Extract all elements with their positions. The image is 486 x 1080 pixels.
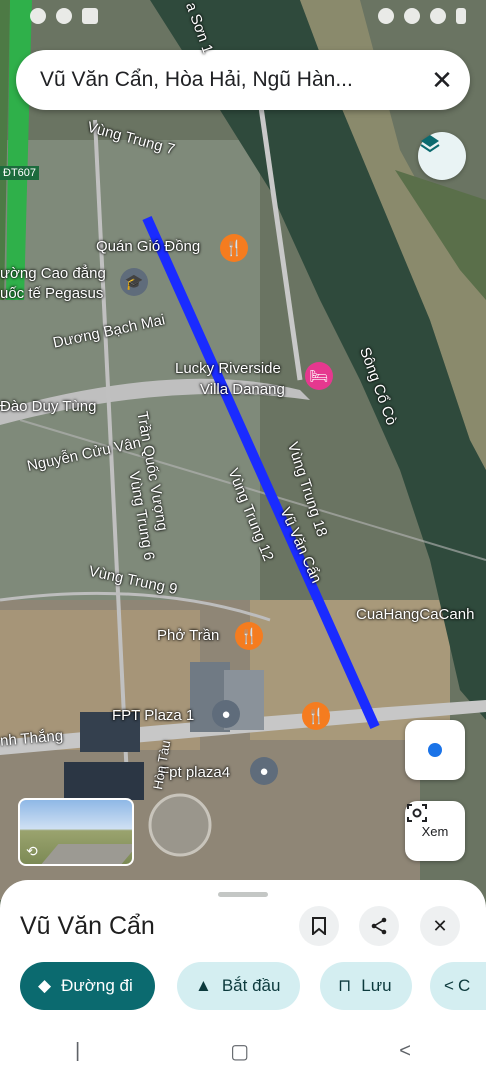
lens-button[interactable]: Xem	[405, 801, 465, 861]
map-label: Phở Trần	[157, 627, 220, 644]
road-badge: ĐT607	[0, 166, 40, 180]
map-label: uốc tế Pegasus	[0, 285, 104, 302]
start-button[interactable]: ▲ Bắt đầu	[177, 962, 301, 1010]
street-view-thumbnail[interactable]: ⟲	[18, 798, 134, 866]
bookmark-icon	[312, 917, 326, 935]
save-label: Lưu	[361, 976, 392, 995]
directions-icon: ◆	[38, 976, 52, 995]
share-icon-button[interactable]	[359, 906, 399, 946]
share-label: C	[457, 976, 471, 995]
save-icon-button[interactable]	[299, 906, 339, 946]
app-icon	[30, 8, 46, 24]
map-label: Fpt plaza4	[160, 764, 231, 781]
navigation-arrow-icon: ▲	[195, 976, 212, 995]
save-button[interactable]: ⊓ Lưu	[320, 962, 412, 1010]
close-icon: ✕	[432, 915, 448, 936]
close-icon: ✕	[431, 64, 453, 95]
bookmark-icon: ⊓	[338, 976, 352, 995]
camera-lens-icon	[407, 804, 427, 822]
directions-label: Đường đi	[61, 976, 133, 995]
home-icon[interactable]: ▢	[230, 1039, 249, 1064]
restaurant-icon[interactable]: 🍴	[235, 622, 263, 650]
map-label: FPT Plaza 1	[112, 707, 195, 724]
rotate-icon: ⟲	[26, 843, 38, 859]
school-icon[interactable]: 🎓	[120, 268, 148, 296]
map-label: Quán Gió Đồng	[96, 238, 201, 255]
map-label: Lucky Riverside	[175, 360, 281, 377]
location-icon	[378, 8, 394, 24]
sheet-drag-handle[interactable]	[218, 892, 268, 897]
close-sheet-button[interactable]: ✕	[420, 906, 460, 946]
system-nav-bar: | ▢ <	[0, 1022, 486, 1080]
recents-icon[interactable]: |	[75, 1040, 80, 1063]
place-bottom-sheet[interactable]: Vũ Văn Cẩn ✕ ◆ Đường đi ▲ Bắt đầu ⊓ Lưu …	[0, 880, 486, 1080]
clear-search-button[interactable]: ✕	[414, 52, 470, 108]
search-query[interactable]: Vũ Văn Cẩn, Hòa Hải, Ngũ Hàn...	[16, 68, 414, 92]
map-label: ường Cao đẳng	[0, 265, 106, 282]
start-label: Bắt đầu	[221, 976, 281, 995]
restaurant-icon[interactable]: 🍴	[220, 234, 248, 262]
share-icon: <	[444, 976, 454, 995]
lens-label: Xem	[421, 823, 449, 839]
my-location-button[interactable]	[405, 720, 465, 780]
hotel-icon[interactable]: 🛏	[305, 362, 333, 390]
battery-icon	[456, 8, 466, 24]
map-label: Đào Duy Tùng	[0, 398, 97, 415]
wifi-icon	[404, 8, 420, 24]
search-bar[interactable]: Vũ Văn Cẩn, Hòa Hải, Ngũ Hàn... ✕	[16, 50, 470, 110]
place-icon[interactable]: ●	[212, 700, 240, 728]
status-bar	[0, 0, 486, 36]
place-icon[interactable]: ●	[250, 757, 278, 785]
app-icon	[56, 8, 72, 24]
share-icon	[371, 917, 387, 935]
layers-button[interactable]	[418, 132, 466, 180]
directions-button[interactable]: ◆ Đường đi	[20, 962, 155, 1010]
map-label: Villa Danang	[200, 381, 285, 398]
back-icon[interactable]: <	[399, 1040, 411, 1063]
share-button[interactable]: < C	[430, 962, 486, 1010]
map-label: CuaHangCaCanh	[356, 606, 475, 623]
location-dot-icon	[428, 743, 442, 757]
map-view[interactable]: Vũ Văn Cẩn, Hòa Hải, Ngũ Hàn... ✕ a Sơn …	[0, 0, 486, 900]
place-title: Vũ Văn Cẩn	[20, 912, 155, 940]
restaurant-icon[interactable]: 🍴	[302, 702, 330, 730]
zalo-icon	[82, 8, 98, 24]
layers-icon	[420, 135, 440, 153]
signal-icon	[430, 8, 446, 24]
